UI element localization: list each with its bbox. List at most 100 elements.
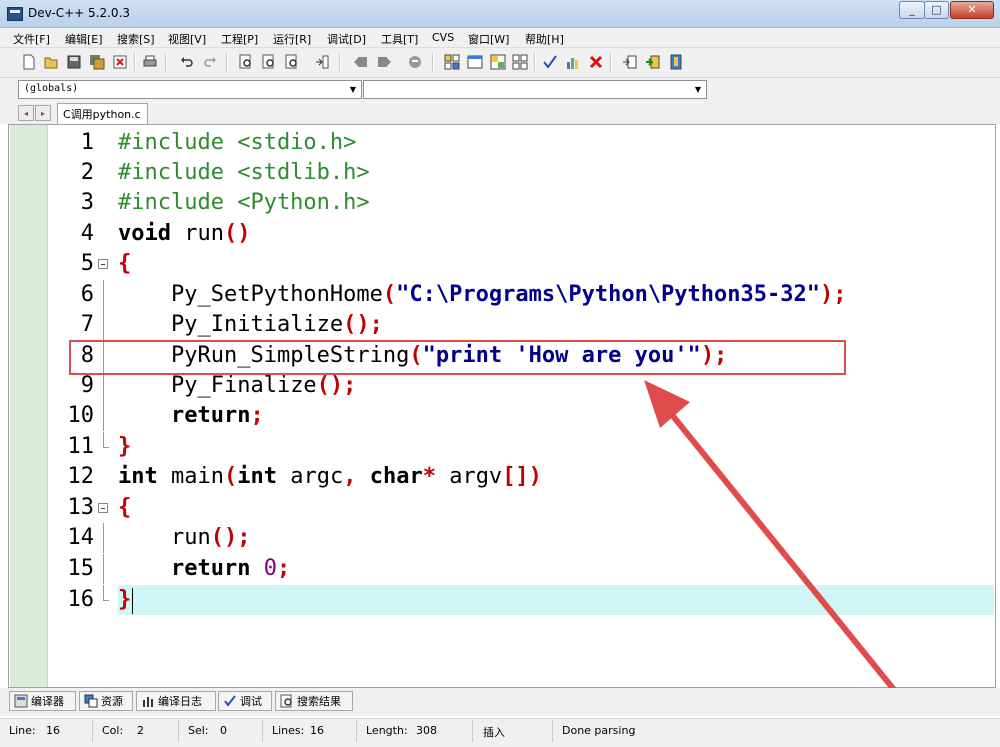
undo-icon[interactable] [177,52,197,72]
symbol: ( [223,464,238,489]
add-project-icon[interactable] [643,52,663,72]
code-line-13: { [118,493,131,523]
status-length-value: 308 [416,724,437,737]
menu-help[interactable]: 帮助[H] [525,31,564,47]
syntax-check-icon[interactable] [540,52,560,72]
app-icon [7,7,23,21]
identifier: argc [276,464,344,489]
code-line-11: } [118,432,131,462]
code-line-7: Py_Initialize(); [118,310,383,340]
fold-line [98,310,110,340]
keyword: return [170,556,251,581]
menu-file[interactable]: 文件[F] [13,31,50,47]
tab-search-results[interactable]: 搜索结果 [275,691,353,711]
rebuild-icon[interactable] [510,52,530,72]
tab-label: 编译器 [31,695,64,708]
scope-select[interactable]: (globals) ▼ [18,80,362,99]
menu-view[interactable]: 视图[V] [168,31,206,47]
scope-select-value: (globals) [24,83,79,94]
prev-bookmark-icon[interactable] [351,52,371,72]
save-all-icon[interactable] [87,52,107,72]
tab-debug[interactable]: 调试 [218,691,272,711]
status-length-label: Length: [366,724,408,737]
symbol: { [118,495,132,520]
number-literal: 0 [250,556,277,581]
minimize-button[interactable]: _ [899,1,925,19]
symbol: []) [502,464,542,489]
compile-run-icon[interactable] [488,52,508,72]
close-file-icon[interactable] [110,52,130,72]
print-icon[interactable] [140,52,160,72]
compiler-icon [14,694,28,708]
symbol: (); [210,525,251,550]
open-file-icon[interactable] [41,52,61,72]
code-line-9: Py_Finalize(); [118,371,356,401]
compile-icon[interactable] [442,52,462,72]
menu-edit[interactable]: 编辑[E] [65,31,103,47]
identifier: Py_Initialize [170,312,344,337]
menu-cvs[interactable]: CVS [432,31,454,44]
menu-project[interactable]: 工程[P] [221,31,258,47]
window-title: Dev-C++ 5.2.0.3 [28,6,131,20]
fold-line [98,280,110,310]
tab-resources[interactable]: 资源 [79,691,133,711]
project-options-icon[interactable] [666,52,686,72]
line-number: 4 [80,221,94,246]
code-line-12: int main(int argc, char* argv[]) [118,462,542,492]
tab-compile-log[interactable]: 编译日志 [136,691,216,711]
line-number: 1 [80,130,94,155]
file-tab-bar [0,102,1000,124]
run-icon[interactable] [465,52,485,72]
tab-compiler[interactable]: 编译器 [9,691,76,711]
fold-toggle[interactable] [98,493,110,523]
tab-next-button[interactable]: ▸ [35,105,51,121]
maximize-button[interactable]: □ [924,1,949,19]
status-lines-value: 16 [310,724,324,737]
tab-label: 调试 [240,695,262,708]
tab-label: 编译日志 [158,695,202,708]
identifier: main [157,464,224,489]
symbol: { [118,251,132,276]
line-number: 9 [80,373,94,398]
tab-active-file[interactable]: C调用python.c [57,103,148,124]
toggle-bookmark-icon[interactable] [405,52,425,72]
menu-debug[interactable]: 调试[D] [327,31,366,47]
identifier: run [170,221,224,246]
find-next-icon[interactable] [259,52,279,72]
next-bookmark-icon[interactable] [374,52,394,72]
status-sel-value: 0 [220,724,227,737]
status-col-label: Col: [102,724,124,737]
insert-icon[interactable] [620,52,640,72]
menu-run[interactable]: 运行[R] [273,31,311,47]
code-line-1: #include <stdio.h> [118,128,356,158]
save-icon[interactable] [64,52,84,72]
tab-prev-button[interactable]: ◂ [18,105,34,121]
status-separator [552,720,553,742]
current-line-highlight [118,585,994,615]
new-file-icon[interactable] [19,52,39,72]
text-caret [132,588,133,614]
status-col-value: 2 [137,724,144,737]
fold-toggle[interactable] [98,249,110,279]
menu-search[interactable]: 搜索[S] [117,31,155,47]
redo-icon[interactable] [200,52,220,72]
member-select[interactable]: ▼ [363,80,707,99]
close-button[interactable]: ✕ [950,1,994,19]
tab-label: 搜索结果 [297,695,341,708]
goto-line-icon[interactable] [312,52,332,72]
menu-window[interactable]: 窗口[W] [468,31,509,47]
debug-icon [223,694,237,708]
code-line-4: void run() [118,219,250,249]
replace-icon[interactable] [282,52,302,72]
line-number: 7 [80,312,94,337]
profile-icon[interactable] [563,52,583,72]
symbol: () [223,221,251,246]
menu-tools[interactable]: 工具[T] [381,31,418,47]
find-icon[interactable] [236,52,256,72]
delete-profile-icon[interactable] [586,52,606,72]
fold-line [98,523,110,553]
